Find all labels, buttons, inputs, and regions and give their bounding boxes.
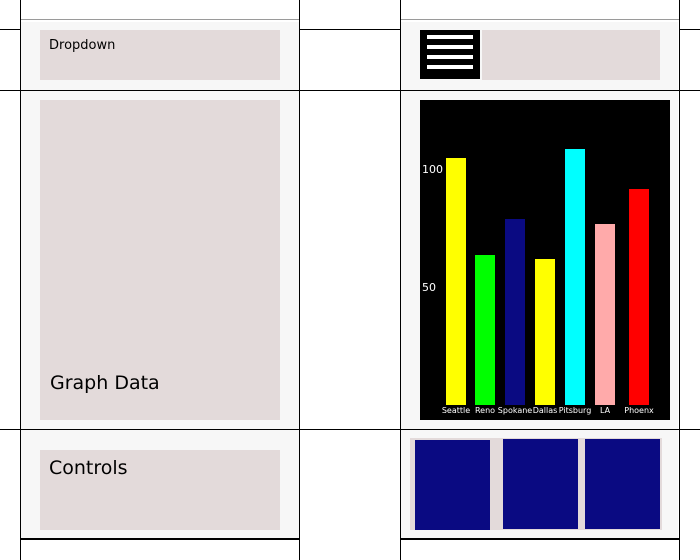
dropdown-label: Dropdown <box>49 38 116 53</box>
menu-line <box>427 55 473 59</box>
grid-line <box>401 19 679 20</box>
grid-line <box>679 29 700 30</box>
grid-line <box>679 0 680 560</box>
bar-reno <box>475 254 495 405</box>
x-tick-label: Reno <box>474 406 496 415</box>
y-tick-label: 50 <box>422 280 436 294</box>
grid-line <box>0 29 21 30</box>
bar-phoenx <box>629 188 649 405</box>
dropdown[interactable]: Dropdown <box>40 30 280 80</box>
hamburger-menu-icon[interactable] <box>420 30 480 79</box>
grid-line <box>0 429 700 430</box>
x-tick-label: LA <box>599 406 611 415</box>
menu-line <box>427 35 473 39</box>
grid-line <box>20 0 21 560</box>
x-tick-label: Dallas <box>532 406 558 415</box>
control-blocks-panel <box>410 438 662 530</box>
grid-line <box>299 0 300 560</box>
bar-seattle <box>446 158 466 405</box>
grid-line <box>400 0 401 560</box>
menu-panel <box>482 30 660 80</box>
x-tick-label: Seattle <box>441 406 471 415</box>
x-tick-label: Phoenx <box>624 406 654 415</box>
control-block-2[interactable] <box>503 439 578 529</box>
menu-line <box>427 45 473 49</box>
x-tick-label: Spokane <box>497 406 533 415</box>
menu-line <box>427 65 473 69</box>
y-tick-label: 100 <box>422 163 443 176</box>
x-tick-label: Pitsburg <box>558 406 592 415</box>
grid-line <box>299 29 401 30</box>
graph-data-panel: Graph Data <box>40 100 280 420</box>
controls-panel: Controls <box>40 450 280 530</box>
grid-line <box>400 538 680 540</box>
grid-line <box>20 538 300 540</box>
graph-data-label: Graph Data <box>50 372 160 394</box>
bar-la <box>595 224 615 405</box>
bar-chart: Seattle Reno Spokane Dallas Pitsburg LA Phoenx… <box>420 100 670 420</box>
grid-line <box>0 90 700 91</box>
controls-label: Controls <box>49 457 128 479</box>
bar-pitsburg <box>565 148 585 405</box>
control-block-3[interactable] <box>585 439 660 529</box>
bar-dallas <box>535 259 555 405</box>
bar-spokane <box>505 219 525 405</box>
grid-line <box>21 19 299 20</box>
control-block-1[interactable] <box>415 440 490 530</box>
